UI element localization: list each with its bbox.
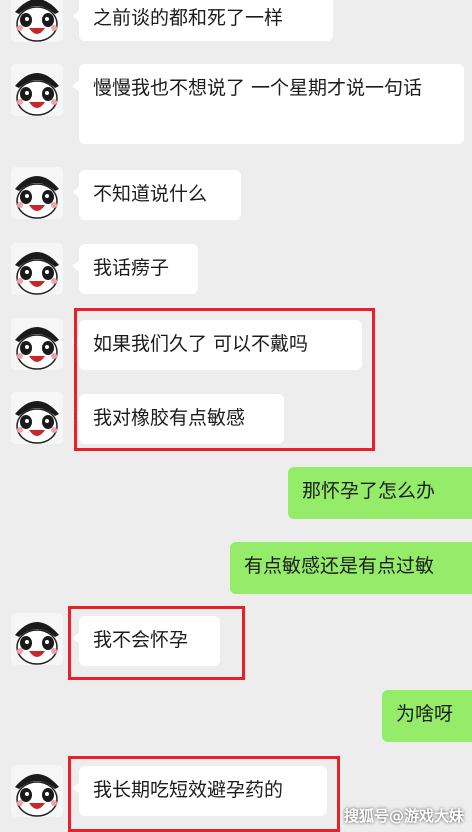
panda-avatar-icon xyxy=(11,167,63,219)
message-bubble-left: 我长期吃短效避孕药的 xyxy=(72,766,327,816)
avatar[interactable] xyxy=(11,765,63,817)
panda-avatar-icon xyxy=(11,243,63,295)
message-bubble-right: 有点敏感还是有点过敏 xyxy=(230,542,472,594)
message-bubble-left: 慢慢我也不想说了 一个星期才说一句话 xyxy=(72,64,464,144)
avatar[interactable] xyxy=(11,318,63,370)
message-bubble-left: 我对橡胶有点敏感 xyxy=(72,394,284,444)
avatar[interactable] xyxy=(11,167,63,219)
message-bubble-right: 为啥呀 xyxy=(382,690,472,742)
message-bubble-left: 不知道说什么 xyxy=(72,170,241,220)
avatar[interactable] xyxy=(11,64,63,116)
message-bubble-left: 我不会怀孕 xyxy=(72,616,220,666)
message-bubble-left: 我话痨子 xyxy=(72,244,198,294)
panda-avatar-icon xyxy=(11,0,63,42)
avatar[interactable] xyxy=(11,0,63,42)
panda-avatar-icon xyxy=(11,64,63,116)
avatar[interactable] xyxy=(11,392,63,444)
avatar[interactable] xyxy=(11,613,63,665)
avatar[interactable] xyxy=(11,243,63,295)
panda-avatar-icon xyxy=(11,392,63,444)
panda-avatar-icon xyxy=(11,318,63,370)
watermark: 搜狐号@游戏大妹 xyxy=(343,807,464,825)
message-bubble-left: 如果我们久了 可以不戴吗 xyxy=(72,320,362,370)
message-bubble-right: 那怀孕了怎么办 xyxy=(288,467,472,519)
panda-avatar-icon xyxy=(11,613,63,665)
message-bubble-left: 之前谈的都和死了一样 xyxy=(72,0,333,41)
panda-avatar-icon xyxy=(11,765,63,817)
